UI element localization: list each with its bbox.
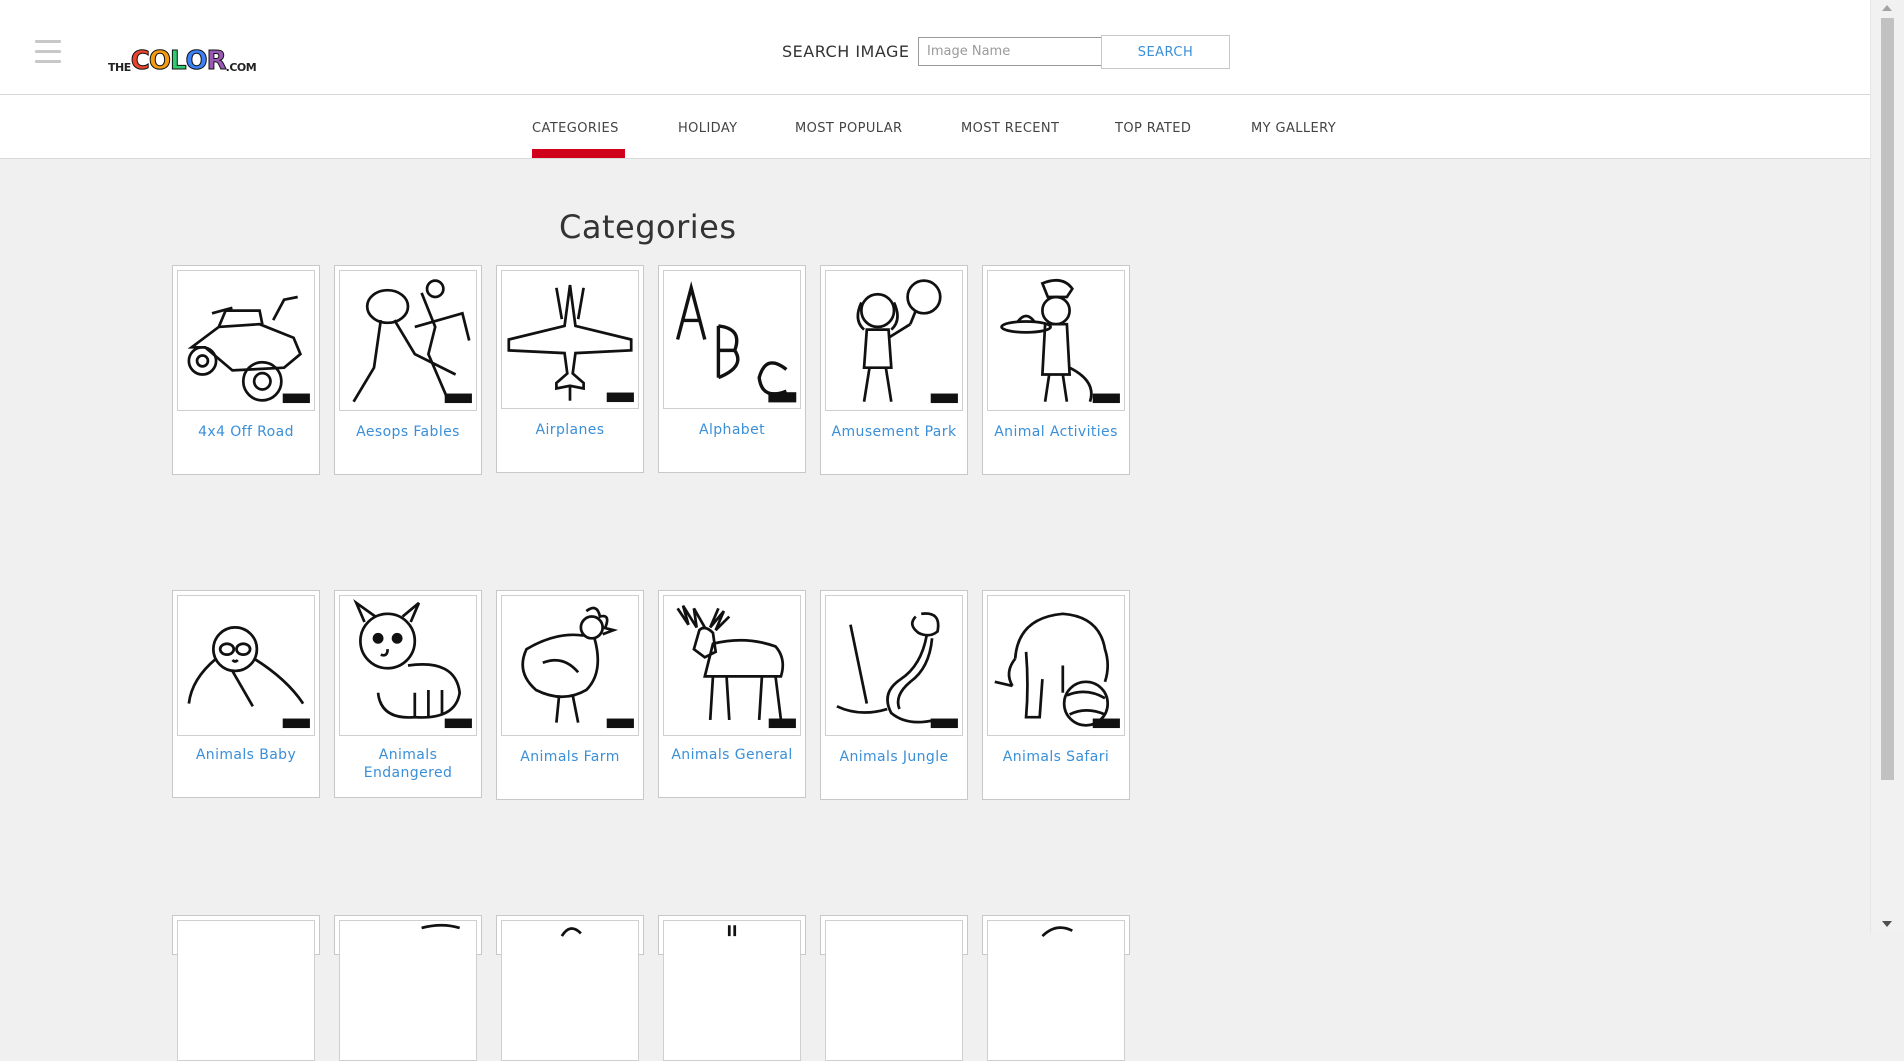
baby-sloth-drawing-icon: [177, 595, 315, 736]
scroll-down-icon[interactable]: [1882, 921, 1892, 927]
category-card-animals-jungle[interactable]: Animals Jungle: [820, 590, 968, 800]
tab-most-recent[interactable]: MOST RECENT: [961, 121, 1059, 136]
category-card-row3[interactable]: [982, 915, 1130, 1061]
category-card-row3[interactable]: [658, 915, 806, 1061]
category-label: Amusement Park: [831, 424, 957, 440]
drawing-icon: [987, 920, 1125, 1061]
chicken-drawing-icon: [501, 595, 639, 736]
category-card-4x4-off-road[interactable]: 4x4 Off Road: [172, 265, 320, 475]
elephant-ball-drawing-icon: [987, 595, 1125, 736]
category-card-animals-endangered[interactable]: Animals Endangered: [334, 590, 482, 798]
abc-letters-drawing-icon: [663, 270, 801, 409]
category-card-animals-baby[interactable]: Animals Baby: [172, 590, 320, 798]
category-card-amusement-park[interactable]: Amusement Park: [820, 265, 968, 475]
hamburger-menu-icon[interactable]: [35, 40, 61, 66]
grasshopper-ant-drawing-icon: [339, 270, 477, 411]
girl-cotton-candy-drawing-icon: [825, 270, 963, 411]
moose-drawing-icon: [663, 595, 801, 736]
tab-holiday[interactable]: HOLIDAY: [678, 121, 738, 136]
jet-drawing-icon: [501, 270, 639, 409]
category-label: 4x4 Off Road: [198, 424, 294, 440]
logo-letter: L: [169, 46, 187, 76]
category-label: Alphabet: [699, 422, 765, 438]
cat-chef-pie-drawing-icon: [987, 270, 1125, 411]
logo-letter: C: [130, 46, 150, 76]
page-scrollbar[interactable]: [1870, 0, 1904, 933]
logo-letter: O: [185, 46, 208, 76]
category-label: Animals Endangered: [363, 747, 453, 781]
drawing-icon: [825, 920, 963, 1061]
category-card-row3[interactable]: [172, 915, 320, 1061]
category-card-alphabet[interactable]: Alphabet: [658, 265, 806, 473]
category-card-airplanes[interactable]: Airplanes: [496, 265, 644, 473]
category-card-aesops-fables[interactable]: Aesops Fables: [334, 265, 482, 475]
category-card-animal-activities[interactable]: Animal Activities: [982, 265, 1130, 475]
category-label: Animals Baby: [195, 747, 297, 763]
search-input[interactable]: [918, 37, 1112, 66]
drawing-icon: [501, 920, 639, 1061]
logo-letter: O: [148, 46, 171, 76]
active-tab-indicator: [532, 149, 625, 158]
site-header: THE C O L O R .COM SEARCH IMAGE SEARCH: [0, 0, 1870, 95]
scroll-up-icon[interactable]: [1882, 5, 1892, 11]
category-label: Animals Farm: [520, 749, 620, 765]
category-card-animals-general[interactable]: Animals General: [658, 590, 806, 798]
atv-drawing-icon: [177, 270, 315, 411]
category-card-row3[interactable]: [496, 915, 644, 1061]
scroll-thumb[interactable]: [1881, 18, 1894, 780]
category-card-row3[interactable]: [820, 915, 968, 1061]
page-title: Categories: [559, 208, 737, 246]
drawing-icon: [177, 920, 315, 1061]
category-tabs: CATEGORIES HOLIDAY MOST POPULAR MOST REC…: [0, 95, 1870, 159]
tab-top-rated[interactable]: TOP RATED: [1115, 121, 1191, 136]
drawing-icon: [339, 920, 477, 1061]
tab-my-gallery[interactable]: MY GALLERY: [1251, 121, 1336, 136]
site-logo[interactable]: THE C O L O R .COM: [108, 46, 257, 76]
drawing-icon: [663, 920, 801, 1061]
snake-bat-drawing-icon: [825, 595, 963, 736]
category-label: Animals Safari: [1002, 749, 1110, 765]
category-label: Aesops Fables: [356, 424, 460, 440]
category-card-animals-safari[interactable]: Animals Safari: [982, 590, 1130, 800]
category-label: Animals General: [671, 747, 793, 763]
category-card-row3[interactable]: [334, 915, 482, 1061]
logo-suffix: .COM: [225, 61, 257, 74]
tab-categories[interactable]: CATEGORIES: [532, 121, 619, 136]
category-label: Airplanes: [535, 422, 605, 438]
tab-most-popular[interactable]: MOST POPULAR: [795, 121, 902, 136]
search-button[interactable]: SEARCH: [1101, 35, 1230, 69]
category-card-animals-farm[interactable]: Animals Farm: [496, 590, 644, 800]
search-label: SEARCH IMAGE: [782, 42, 910, 61]
red-panda-drawing-icon: [339, 595, 477, 736]
logo-letter: R: [206, 46, 227, 76]
category-label: Animals Jungle: [839, 749, 949, 765]
logo-prefix: THE: [108, 61, 131, 74]
category-label: Animal Activities: [994, 424, 1118, 440]
